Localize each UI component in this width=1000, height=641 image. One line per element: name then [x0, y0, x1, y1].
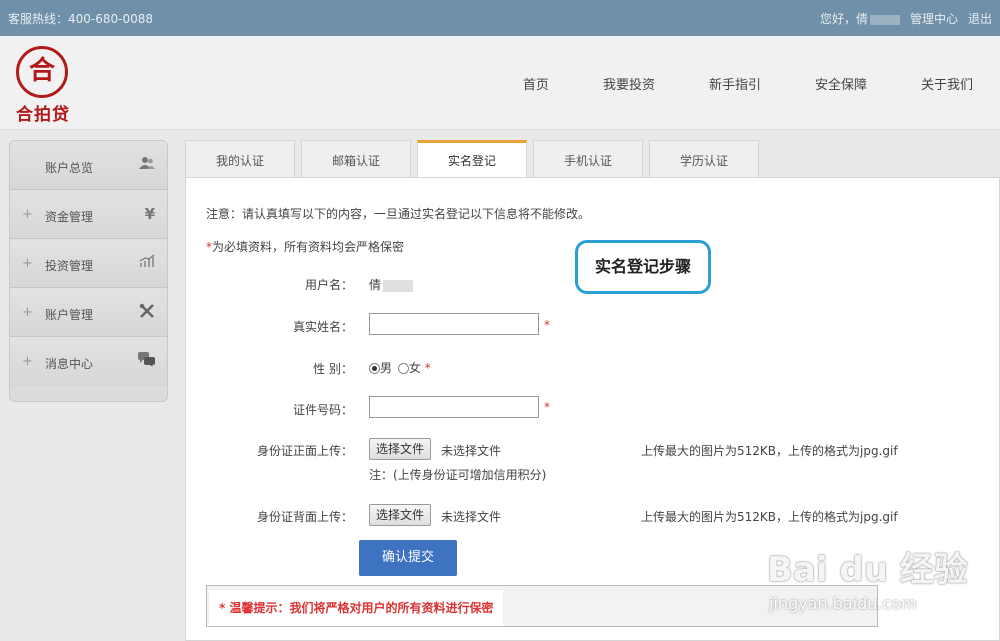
top-bar: 客服热线：400-680-0088 您好，倩 管理中心 退出 — [0, 0, 1000, 36]
step-annotation-bubble: 实名登记步骤 — [575, 240, 711, 294]
sidebar-item-label: 账户管理 — [45, 308, 94, 322]
sidebar-item-investment-management[interactable]: + 投资管理 — [10, 239, 167, 288]
sidebar-item-label: 投资管理 — [45, 259, 94, 273]
watermark-logo-text: Bai du 经验 — [767, 550, 968, 590]
tools-icon — [139, 303, 155, 323]
logo-brand-name: 合拍贷 — [16, 105, 70, 125]
id-front-upload-hint: 上传最大的图片为512KB，上传的格式为jpg.gif — [641, 444, 898, 458]
gender-female-label[interactable]: 女 — [409, 361, 421, 375]
logout-link[interactable]: 退出 — [968, 10, 992, 27]
account-sidebar: 账户总览 + 资金管理 ¥ + 投资管理 + 账户管理 + 消息中心 — [9, 140, 168, 402]
privacy-tip-text: * 温馨提示：我们将严格对用户的所有资料进行保密 — [209, 590, 504, 626]
tab-email-verification[interactable]: 邮箱认证 — [301, 140, 411, 178]
sidebar-item-message-center[interactable]: + 消息中心 — [10, 337, 167, 386]
expand-plus-icon: + — [22, 354, 33, 369]
username-label: 用户名： — [304, 278, 353, 292]
nav-beginner-guide[interactable]: 新手指引 — [682, 74, 788, 93]
site-logo[interactable]: 合 合拍贷 — [8, 46, 78, 125]
id-front-no-file-text: 未选择文件 — [441, 444, 502, 458]
sidebar-item-label: 资金管理 — [45, 210, 94, 224]
greeting-text: 您好，倩 — [820, 10, 900, 27]
sidebar-item-label: 消息中心 — [45, 357, 94, 371]
id-back-choose-file-button[interactable]: 选择文件 — [369, 504, 432, 526]
site-header: 合 合拍贷 首页 我要投资 新手指引 安全保障 关于我们 — [0, 36, 1000, 130]
expand-plus-icon: + — [22, 207, 33, 222]
realname-label: 真实姓名： — [292, 320, 353, 334]
tab-phone-verification[interactable]: 手机认证 — [533, 140, 643, 178]
required-note: *为必填资料，所有资料均会严格保密 — [206, 238, 404, 255]
chat-icon — [138, 352, 155, 371]
watermark-url: jingyan.baidu.com — [769, 594, 917, 613]
gender-male-label[interactable]: 男 — [380, 361, 392, 375]
nav-security[interactable]: 安全保障 — [788, 74, 894, 93]
expand-plus-icon: + — [22, 305, 33, 320]
gender-female-radio[interactable] — [397, 363, 409, 374]
users-icon — [139, 156, 155, 174]
tab-my-verification[interactable]: 我的认证 — [185, 140, 295, 178]
gender-required-star: * — [424, 361, 431, 375]
id-number-required-star: * — [544, 400, 550, 414]
main-nav: 首页 我要投资 新手指引 安全保障 关于我们 — [496, 74, 1000, 93]
username-value: 倩 — [369, 276, 414, 293]
blurred-username — [383, 279, 414, 292]
id-number-input[interactable] — [369, 396, 539, 418]
credit-note: 注：(上传身份证可增加信用积分) — [369, 468, 547, 482]
id-back-upload-hint: 上传最大的图片为512KB，上传的格式为jpg.gif — [641, 510, 898, 524]
verification-tabs: 我的认证 邮箱认证 实名登记 手机认证 学历认证 — [185, 140, 765, 179]
sidebar-item-label: 账户总览 — [45, 161, 94, 175]
sidebar-item-account-overview[interactable]: 账户总览 — [10, 141, 167, 190]
id-front-choose-file-button[interactable]: 选择文件 — [369, 438, 432, 460]
yen-icon: ¥ — [144, 205, 155, 223]
logo-seal: 合 — [16, 46, 68, 98]
gender-options: 男 女 * — [369, 359, 431, 376]
nav-invest[interactable]: 我要投资 — [576, 74, 682, 93]
id-back-no-file-text: 未选择文件 — [441, 510, 502, 524]
tab-real-name-registration[interactable]: 实名登记 — [417, 140, 527, 179]
chart-icon — [139, 254, 155, 272]
gender-label: 性 别： — [313, 362, 353, 376]
tab-education-verification[interactable]: 学历认证 — [649, 140, 759, 178]
id-front-upload-label: 身份证正面上传： — [256, 444, 353, 458]
sidebar-item-account-management[interactable]: + 账户管理 — [10, 288, 167, 337]
required-note-text: 为必填资料，所有资料均会严格保密 — [212, 240, 405, 254]
realname-input[interactable] — [369, 313, 539, 335]
id-back-upload-label: 身份证背面上传： — [256, 510, 353, 524]
gender-male-radio[interactable] — [369, 363, 380, 374]
form-notice: 注意：请认真填写以下的内容，一旦通过实名登记以下信息将不能修改。 — [206, 207, 591, 221]
sidebar-item-fund-management[interactable]: + 资金管理 ¥ — [10, 190, 167, 239]
nav-home[interactable]: 首页 — [496, 74, 576, 93]
greeting-label: 您好，倩 — [819, 12, 868, 26]
hotline-text: 客服热线：400-680-0088 — [8, 12, 154, 26]
baidu-jingyan-watermark: Bai du 经验 jingyan.baidu.com — [767, 532, 972, 622]
blurred-username — [869, 14, 900, 25]
realname-required-star: * — [544, 318, 550, 332]
id-number-label: 证件号码： — [292, 403, 353, 417]
username-text: 倩 — [369, 278, 382, 292]
expand-plus-icon: + — [22, 256, 33, 271]
submit-button[interactable]: 确认提交 — [359, 540, 457, 576]
nav-about-us[interactable]: 关于我们 — [894, 74, 1000, 93]
top-bar-right: 您好，倩 管理中心 退出 — [820, 10, 992, 27]
admin-center-link[interactable]: 管理中心 — [910, 10, 958, 27]
